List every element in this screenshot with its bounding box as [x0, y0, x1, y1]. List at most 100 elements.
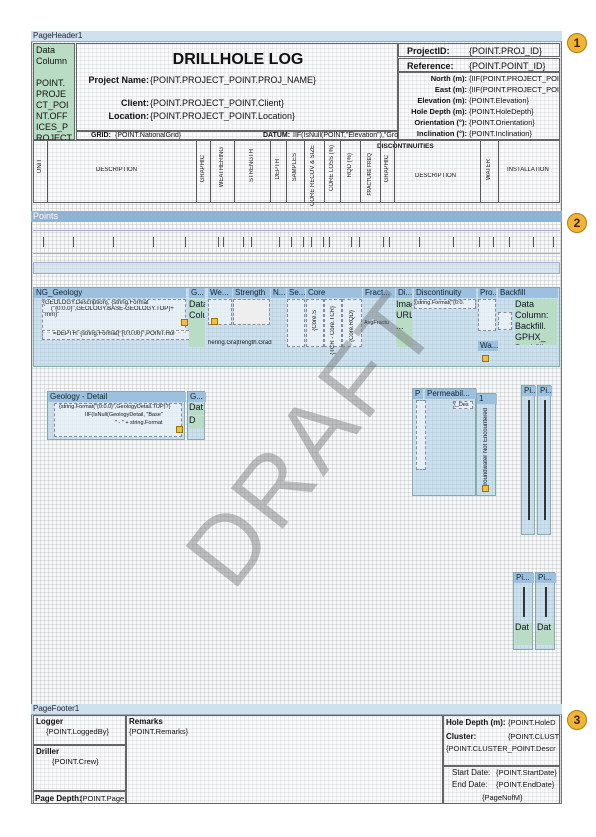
piezo-lower-right-data[interactable]: Dat — [537, 623, 554, 645]
geology-g-datacolumn[interactable]: Data Column — [189, 299, 205, 347]
ruler-tick — [73, 237, 74, 247]
detail-g-dat[interactable]: Dat — [189, 403, 204, 415]
col-depth-label: DEPTH — [275, 159, 281, 180]
permeability-panel[interactable]: P Permeabil... {_Des — [412, 388, 477, 496]
coord-field[interactable]: {POINT.Orientation} — [469, 118, 559, 127]
detail-g-panel[interactable]: G... Dat D — [187, 391, 206, 440]
ruler-tick — [329, 237, 330, 247]
page-depth-field[interactable]: {POINT.Page — [80, 794, 126, 803]
col-samples-label: SAMPLES — [292, 153, 298, 182]
weathering-strength-text: hering.Gra|trength.Grade,st — [208, 340, 272, 346]
geology-depth-text: =DEPTH: {string.Format("{0:0.00}",POINT.… — [53, 331, 175, 337]
remarks-box[interactable]: Remarks {POINT.Remarks} — [126, 715, 443, 804]
logger-field[interactable]: {POINT.LoggedBy} — [46, 727, 126, 736]
cluster-desc-field[interactable]: {POINT.CLUSTER_POINT.Descr — [446, 744, 559, 753]
reference-field[interactable]: {POINT.POINT_ID} — [469, 61, 559, 71]
se-title: Se... — [287, 288, 305, 298]
holedepth-box[interactable]: Hole Depth (m): {POINT.HoleD Cluster: {P… — [443, 715, 560, 766]
ruler-tick — [311, 237, 312, 247]
piezo-panel-right[interactable]: Pi... — [537, 385, 552, 535]
col-graphic: GRAPHIC — [197, 141, 211, 202]
piezo-lower-right-pipe — [545, 587, 547, 617]
strength-field[interactable] — [233, 299, 270, 325]
cluster-label: Cluster: — [446, 732, 477, 741]
piezo-lower-left-data[interactable]: Dat — [515, 623, 532, 645]
weathering-icon[interactable] — [211, 318, 218, 325]
page-of-field[interactable]: {PageNofM} — [482, 793, 552, 802]
pro-field[interactable] — [478, 299, 496, 331]
start-date-field[interactable]: {POINT.StartDate} — [496, 768, 560, 777]
ruler-tick — [389, 237, 390, 247]
driller-field[interactable]: {POINT.Crew} — [52, 757, 122, 766]
end-date-field[interactable]: {POINT.EndDate} — [496, 780, 560, 789]
projectid-label: ProjectID: — [407, 46, 450, 56]
page-footer-band[interactable]: PageFooter1 — [31, 704, 562, 715]
remarks-field[interactable]: {POINT.Remarks} — [129, 727, 249, 736]
logger-box[interactable]: Logger {POINT.LoggedBy} — [33, 715, 126, 745]
coord-field[interactable]: {IIF(POINT.PROJECT_POI — [469, 85, 559, 94]
end-date-label: End Date: — [452, 780, 488, 789]
coord-field[interactable]: {POINT.HoleDepth} — [469, 107, 559, 116]
points-subbar — [33, 262, 560, 274]
geology-action-icon[interactable] — [181, 319, 188, 326]
coord-field[interactable]: {POINT.Elevation} — [469, 96, 559, 105]
col-disc-graphic: GRAPHIC — [381, 141, 395, 202]
callout-marker-3[interactable]: 3 — [567, 710, 587, 730]
piezo-panel-lower-left[interactable]: Pi... Dat — [513, 572, 534, 650]
coord-field[interactable]: {POINT.Inclination} — [469, 129, 559, 138]
wa-icon[interactable] — [482, 355, 489, 362]
reference-box[interactable]: Reference: {POINT.POINT_ID} — [398, 58, 560, 72]
geology-detail-title: Geology - Detail — [48, 392, 186, 402]
title-box[interactable]: DRILLHOLE LOG Project Name: {POINT.PROJE… — [76, 43, 398, 131]
projectid-field[interactable]: {POINT.PROJ_ID} — [469, 46, 559, 56]
projectid-box[interactable]: ProjectID: {POINT.PROJ_ID} — [398, 43, 560, 57]
hole-depth-field[interactable]: {POINT.HoleD — [508, 718, 560, 727]
callout-marker-2[interactable]: 2 — [567, 213, 587, 233]
points-band[interactable]: Points — [31, 211, 562, 222]
backfill-tool[interactable] — [498, 312, 512, 330]
groundwater-icon[interactable] — [482, 485, 489, 492]
col-depth: DEPTH — [271, 141, 287, 202]
samples-field[interactable] — [287, 299, 305, 347]
driller-box[interactable]: Driller {POINT.Crew} — [33, 745, 126, 791]
data-column-line: Column — [36, 56, 68, 66]
location-field[interactable]: {POINT.PROJECT_POINT.Location} — [150, 111, 390, 121]
geology-desc-field[interactable]: {GEOLOGY.Description}, {string.Format ("… — [42, 299, 186, 333]
groundwater-panel[interactable]: 1 Groundwater Not Encountered — [476, 393, 497, 496]
project-name-field[interactable]: {POINT.PROJECT_POINT.PROJ_NAME} — [150, 75, 390, 85]
data-column-text: Data Column POINT. PROJE CT_POI NT.OFF ICES_P… — [34, 44, 74, 145]
core-recov-text: {Core.S — [312, 310, 318, 331]
datum-field[interactable]: IIF(IsNull(POINT,"Elevation"),"Ground",P — [293, 132, 399, 139]
detail-line1: {string.Format("{0:0.0}",GeologyDetail.T… — [59, 404, 171, 410]
ruler-tick — [243, 237, 244, 247]
piezo-right-title: Pi... — [538, 386, 552, 396]
piezo-panel-left[interactable]: Pi... — [521, 385, 536, 535]
callout-marker-1[interactable]: 1 — [567, 33, 587, 53]
data-column-line: CT_POI — [36, 100, 69, 110]
page-depth-box[interactable]: Page Depth: {POINT.Page — [33, 791, 126, 804]
detail-g-d[interactable]: D — [189, 416, 204, 428]
permeability-field[interactable] — [416, 400, 426, 470]
grid-field[interactable]: {POINT.NationalGrid} — [115, 132, 255, 139]
dates-box[interactable]: Start Date: {POINT.StartDate} End Date: … — [443, 766, 560, 804]
geology-detail-field[interactable]: {string.Format("{0:0.0}",GeologyDetail.T… — [54, 403, 182, 437]
strength-title: Strength — [233, 288, 270, 298]
cluster-field[interactable]: {POINT.CLUST — [508, 732, 560, 741]
coord-row: East (m): {IIF(POINT.PROJECT_POI — [399, 85, 559, 96]
client-field[interactable]: {POINT.PROJECT_POINT.Client} — [150, 98, 390, 108]
page-header-band[interactable]: PageHeader1 — [31, 31, 562, 42]
groundwater-title: 1 — [477, 394, 497, 404]
geology-panel[interactable]: NG_Geology {GEOLOGY.Description}, {strin… — [33, 287, 560, 367]
geology-detail-panel[interactable]: Geology - Detail {string.Format("{0:0.0}… — [47, 391, 186, 440]
geology-detail-icon[interactable] — [176, 426, 183, 433]
col-water: WATER — [481, 141, 499, 202]
discontinuity-field[interactable]: {string.Format("{0:0. — [414, 299, 476, 309]
coord-field[interactable]: {IIF(POINT.PROJECT_POI — [469, 74, 559, 83]
detail-line2: IIF(IsNull(GeologyDetail, "Base" — [85, 412, 163, 418]
backfill-datacolumn[interactable]: Data Column: Backfill. GPHX_ Backfill — [515, 299, 557, 345]
permeability-value-field[interactable]: {_Des — [453, 401, 473, 409]
data-column-box[interactable]: Data Column POINT. PROJE CT_POI NT.OFF ICES_P… — [33, 43, 75, 143]
geology-depth-field[interactable]: =DEPTH: {string.Format("{0:0.00}",POINT.… — [42, 330, 194, 340]
piezo-panel-lower-right[interactable]: Pi... Dat — [535, 572, 556, 650]
page-header-band-label: PageHeader1 — [33, 31, 83, 40]
